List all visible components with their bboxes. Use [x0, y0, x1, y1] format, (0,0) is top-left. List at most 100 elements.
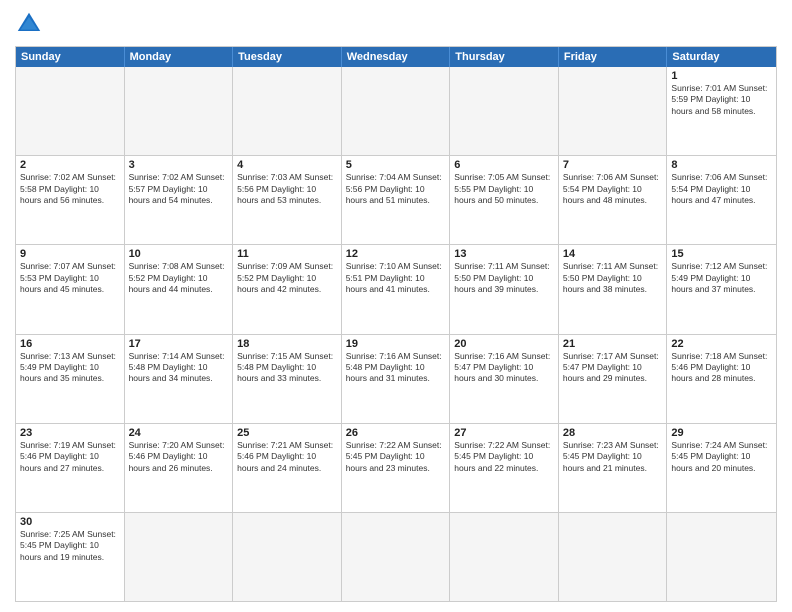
day-cell-22: 22Sunrise: 7:18 AM Sunset: 5:46 PM Dayli… [667, 335, 776, 423]
day-number: 10 [129, 248, 229, 260]
day-info: Sunrise: 7:16 AM Sunset: 5:47 PM Dayligh… [454, 351, 554, 385]
day-info: Sunrise: 7:21 AM Sunset: 5:46 PM Dayligh… [237, 440, 337, 474]
day-info: Sunrise: 7:12 AM Sunset: 5:49 PM Dayligh… [671, 261, 772, 295]
day-number: 20 [454, 338, 554, 350]
day-cell-29: 29Sunrise: 7:24 AM Sunset: 5:45 PM Dayli… [667, 424, 776, 512]
day-cell-7: 7Sunrise: 7:06 AM Sunset: 5:54 PM Daylig… [559, 156, 668, 244]
day-info: Sunrise: 7:22 AM Sunset: 5:45 PM Dayligh… [346, 440, 446, 474]
day-cell-24: 24Sunrise: 7:20 AM Sunset: 5:46 PM Dayli… [125, 424, 234, 512]
calendar-body: 1Sunrise: 7:01 AM Sunset: 5:59 PM Daylig… [16, 67, 776, 601]
day-number: 24 [129, 427, 229, 439]
day-number: 5 [346, 159, 446, 171]
day-headers: SundayMondayTuesdayWednesdayThursdayFrid… [16, 47, 776, 67]
day-number: 8 [671, 159, 772, 171]
day-cell-14: 14Sunrise: 7:11 AM Sunset: 5:50 PM Dayli… [559, 245, 668, 333]
day-cell-15: 15Sunrise: 7:12 AM Sunset: 5:49 PM Dayli… [667, 245, 776, 333]
day-info: Sunrise: 7:09 AM Sunset: 5:52 PM Dayligh… [237, 261, 337, 295]
day-info: Sunrise: 7:17 AM Sunset: 5:47 PM Dayligh… [563, 351, 663, 385]
day-info: Sunrise: 7:08 AM Sunset: 5:52 PM Dayligh… [129, 261, 229, 295]
day-cell-3: 3Sunrise: 7:02 AM Sunset: 5:57 PM Daylig… [125, 156, 234, 244]
day-number: 11 [237, 248, 337, 260]
day-info: Sunrise: 7:15 AM Sunset: 5:48 PM Dayligh… [237, 351, 337, 385]
day-info: Sunrise: 7:13 AM Sunset: 5:49 PM Dayligh… [20, 351, 120, 385]
day-number: 15 [671, 248, 772, 260]
day-cell-1: 1Sunrise: 7:01 AM Sunset: 5:59 PM Daylig… [667, 67, 776, 155]
day-cell-19: 19Sunrise: 7:16 AM Sunset: 5:48 PM Dayli… [342, 335, 451, 423]
day-cell-30: 30Sunrise: 7:25 AM Sunset: 5:45 PM Dayli… [16, 513, 125, 601]
day-info: Sunrise: 7:25 AM Sunset: 5:45 PM Dayligh… [20, 529, 120, 563]
day-number: 1 [671, 70, 772, 82]
day-header-monday: Monday [125, 47, 234, 67]
logo-icon [15, 10, 43, 38]
day-header-friday: Friday [559, 47, 668, 67]
day-cell-empty [16, 67, 125, 155]
week-row-3: 16Sunrise: 7:13 AM Sunset: 5:49 PM Dayli… [16, 335, 776, 424]
day-info: Sunrise: 7:16 AM Sunset: 5:48 PM Dayligh… [346, 351, 446, 385]
day-info: Sunrise: 7:22 AM Sunset: 5:45 PM Dayligh… [454, 440, 554, 474]
day-number: 29 [671, 427, 772, 439]
day-cell-23: 23Sunrise: 7:19 AM Sunset: 5:46 PM Dayli… [16, 424, 125, 512]
day-info: Sunrise: 7:19 AM Sunset: 5:46 PM Dayligh… [20, 440, 120, 474]
day-cell-17: 17Sunrise: 7:14 AM Sunset: 5:48 PM Dayli… [125, 335, 234, 423]
week-row-2: 9Sunrise: 7:07 AM Sunset: 5:53 PM Daylig… [16, 245, 776, 334]
day-info: Sunrise: 7:11 AM Sunset: 5:50 PM Dayligh… [454, 261, 554, 295]
day-cell-8: 8Sunrise: 7:06 AM Sunset: 5:54 PM Daylig… [667, 156, 776, 244]
day-number: 16 [20, 338, 120, 350]
day-cell-11: 11Sunrise: 7:09 AM Sunset: 5:52 PM Dayli… [233, 245, 342, 333]
day-info: Sunrise: 7:11 AM Sunset: 5:50 PM Dayligh… [563, 261, 663, 295]
day-cell-26: 26Sunrise: 7:22 AM Sunset: 5:45 PM Dayli… [342, 424, 451, 512]
day-header-sunday: Sunday [16, 47, 125, 67]
week-row-5: 30Sunrise: 7:25 AM Sunset: 5:45 PM Dayli… [16, 513, 776, 601]
day-number: 6 [454, 159, 554, 171]
day-info: Sunrise: 7:07 AM Sunset: 5:53 PM Dayligh… [20, 261, 120, 295]
day-number: 13 [454, 248, 554, 260]
day-header-wednesday: Wednesday [342, 47, 451, 67]
day-info: Sunrise: 7:24 AM Sunset: 5:45 PM Dayligh… [671, 440, 772, 474]
day-cell-empty [450, 67, 559, 155]
day-cell-16: 16Sunrise: 7:13 AM Sunset: 5:49 PM Dayli… [16, 335, 125, 423]
day-cell-4: 4Sunrise: 7:03 AM Sunset: 5:56 PM Daylig… [233, 156, 342, 244]
day-number: 4 [237, 159, 337, 171]
day-number: 3 [129, 159, 229, 171]
day-info: Sunrise: 7:20 AM Sunset: 5:46 PM Dayligh… [129, 440, 229, 474]
day-info: Sunrise: 7:02 AM Sunset: 5:58 PM Dayligh… [20, 172, 120, 206]
day-cell-empty [559, 513, 668, 601]
day-number: 22 [671, 338, 772, 350]
logo [15, 10, 47, 38]
day-info: Sunrise: 7:06 AM Sunset: 5:54 PM Dayligh… [671, 172, 772, 206]
day-info: Sunrise: 7:02 AM Sunset: 5:57 PM Dayligh… [129, 172, 229, 206]
day-number: 9 [20, 248, 120, 260]
week-row-0: 1Sunrise: 7:01 AM Sunset: 5:59 PM Daylig… [16, 67, 776, 156]
day-header-thursday: Thursday [450, 47, 559, 67]
page: SundayMondayTuesdayWednesdayThursdayFrid… [0, 0, 792, 612]
day-cell-13: 13Sunrise: 7:11 AM Sunset: 5:50 PM Dayli… [450, 245, 559, 333]
day-cell-10: 10Sunrise: 7:08 AM Sunset: 5:52 PM Dayli… [125, 245, 234, 333]
day-number: 26 [346, 427, 446, 439]
day-info: Sunrise: 7:14 AM Sunset: 5:48 PM Dayligh… [129, 351, 229, 385]
day-number: 23 [20, 427, 120, 439]
calendar: SundayMondayTuesdayWednesdayThursdayFrid… [15, 46, 777, 602]
day-cell-6: 6Sunrise: 7:05 AM Sunset: 5:55 PM Daylig… [450, 156, 559, 244]
day-number: 12 [346, 248, 446, 260]
day-cell-empty [450, 513, 559, 601]
day-info: Sunrise: 7:05 AM Sunset: 5:55 PM Dayligh… [454, 172, 554, 206]
day-cell-25: 25Sunrise: 7:21 AM Sunset: 5:46 PM Dayli… [233, 424, 342, 512]
day-info: Sunrise: 7:18 AM Sunset: 5:46 PM Dayligh… [671, 351, 772, 385]
day-cell-18: 18Sunrise: 7:15 AM Sunset: 5:48 PM Dayli… [233, 335, 342, 423]
day-cell-9: 9Sunrise: 7:07 AM Sunset: 5:53 PM Daylig… [16, 245, 125, 333]
day-header-saturday: Saturday [667, 47, 776, 67]
day-cell-empty [559, 67, 668, 155]
week-row-4: 23Sunrise: 7:19 AM Sunset: 5:46 PM Dayli… [16, 424, 776, 513]
day-info: Sunrise: 7:23 AM Sunset: 5:45 PM Dayligh… [563, 440, 663, 474]
day-number: 25 [237, 427, 337, 439]
day-number: 30 [20, 516, 120, 528]
day-number: 14 [563, 248, 663, 260]
day-cell-empty [125, 513, 234, 601]
day-info: Sunrise: 7:03 AM Sunset: 5:56 PM Dayligh… [237, 172, 337, 206]
day-cell-20: 20Sunrise: 7:16 AM Sunset: 5:47 PM Dayli… [450, 335, 559, 423]
day-cell-28: 28Sunrise: 7:23 AM Sunset: 5:45 PM Dayli… [559, 424, 668, 512]
day-cell-empty [125, 67, 234, 155]
day-header-tuesday: Tuesday [233, 47, 342, 67]
day-number: 27 [454, 427, 554, 439]
day-cell-empty [233, 513, 342, 601]
